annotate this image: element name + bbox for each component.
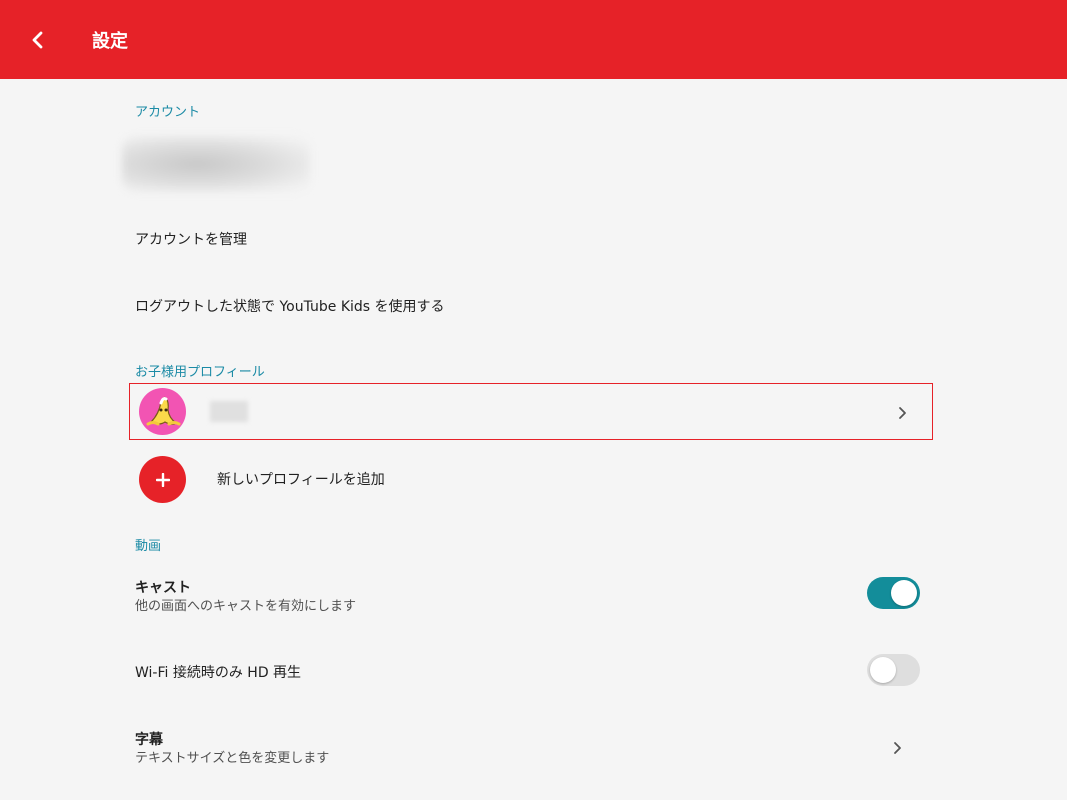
wifi-hd-title: Wi-Fi 接続時のみ HD 再生	[135, 665, 302, 681]
banana-character-icon	[146, 396, 181, 426]
plus-icon	[155, 472, 170, 487]
captions-title[interactable]: 字幕	[135, 729, 163, 749]
toggle-knob	[870, 657, 896, 683]
add-profile-label[interactable]: 新しいプロフィールを追加	[217, 469, 385, 489]
profile-item[interactable]	[129, 383, 933, 440]
use-signed-out-link[interactable]: ログアウトした状態で YouTube Kids を使用する	[135, 296, 445, 316]
captions-chevron-right-icon[interactable]	[890, 740, 904, 754]
cast-subtitle: 他の画面へのキャストを有効にします	[135, 599, 357, 614]
page-title: 設定	[92, 30, 128, 52]
captions-subtitle: テキストサイズと色を変更します	[135, 751, 330, 766]
section-header-account: アカウント	[135, 105, 201, 120]
section-header-profiles: お子様用プロフィール	[135, 365, 265, 380]
profile-avatar	[139, 388, 186, 435]
account-email-redacted	[122, 136, 310, 192]
cast-title: キャスト	[135, 580, 191, 596]
wifi-hd-toggle[interactable]	[867, 654, 920, 686]
app-bar: 設定	[0, 0, 1067, 79]
cast-toggle[interactable]	[867, 577, 920, 609]
chevron-right-icon	[895, 405, 909, 419]
profile-name-redacted	[210, 401, 248, 422]
section-header-video: 動画	[135, 539, 162, 554]
add-profile-button[interactable]	[139, 456, 186, 503]
chevron-left-icon	[32, 31, 43, 48]
back-button[interactable]	[18, 20, 58, 60]
manage-account-link[interactable]: アカウントを管理	[135, 229, 247, 249]
toggle-knob	[891, 580, 917, 606]
